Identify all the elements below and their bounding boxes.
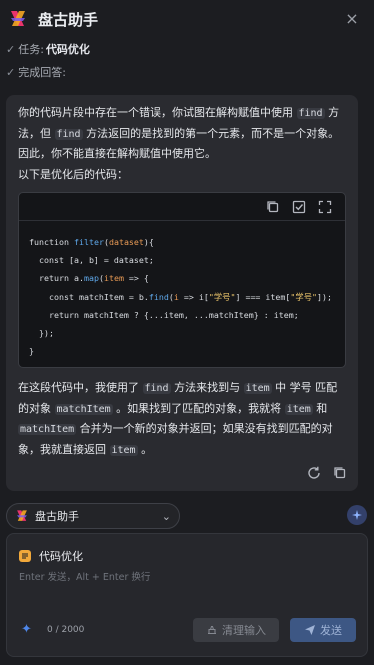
inline-code: matchItem	[54, 403, 113, 415]
code-line: return matchItem ? {...item, ...matchIte…	[29, 309, 299, 320]
inline-code: item	[243, 383, 272, 394]
inline-code: find	[296, 108, 325, 119]
answer-text: 。	[137, 442, 153, 456]
inline-code: find	[54, 128, 83, 140]
answer-text: 你的代码片段中存在一个错误，你试图在解构赋值中使用	[18, 106, 297, 119]
code-content: function filter(dataset){ const [a, b] =…	[19, 221, 345, 367]
answer-card: 你的代码片段中存在一个错误，你试图在解构赋值中使用 find 方法，但 find…	[6, 95, 358, 491]
input-panel: 代码优化 ✦ 0 / 2000 清理输入 发送	[6, 533, 368, 657]
clear-input-label: 清理输入	[222, 625, 266, 637]
check-icon: ✓	[6, 65, 16, 79]
status-label: 完成回答:	[18, 66, 66, 79]
ai-assistant-icon[interactable]	[347, 505, 367, 525]
topic-tag: 代码优化	[19, 548, 83, 564]
check-icon: ✓	[6, 42, 16, 56]
task-value: 代码优化	[45, 43, 90, 56]
inline-code: matchItem	[18, 424, 77, 435]
send-button[interactable]: 发送	[290, 618, 356, 642]
answer-text: 方法来找到与	[170, 381, 244, 394]
sparkle-plus-icon	[352, 510, 362, 520]
header: 盘古助手 ×	[0, 0, 374, 38]
code-block: function filter(dataset){ const [a, b] =…	[18, 192, 346, 368]
answer-outro: 在这段代码中，我使用了 find 方法来找到与 item 中 学号 匹配的对象 …	[18, 378, 348, 460]
fullscreen-icon[interactable]	[317, 199, 333, 215]
task-row: ✓ 任务: 代码优化	[6, 41, 90, 57]
copy-answer-icon[interactable]	[332, 465, 348, 481]
close-icon[interactable]: ×	[344, 11, 360, 27]
copy-icon[interactable]	[265, 199, 281, 215]
inline-code: item	[284, 403, 313, 415]
status-row: ✓ 完成回答:	[6, 64, 66, 80]
send-icon	[305, 625, 315, 635]
pangu-logo-icon	[17, 510, 27, 521]
answer-text: 和	[312, 401, 328, 415]
answer-intro: 你的代码片段中存在一个错误，你试图在解构赋值中使用 find 方法，但 find…	[18, 103, 348, 164]
code-toolbar	[19, 193, 345, 221]
assistant-selector-label: 盘古助手	[35, 510, 79, 523]
code-line: }	[29, 346, 34, 357]
sparkle-icon[interactable]: ✦	[21, 622, 32, 637]
answer-actions	[306, 465, 348, 481]
task-label: 任务:	[18, 43, 44, 56]
insert-icon[interactable]	[291, 199, 307, 215]
code-line: const [a, b] = dataset;	[29, 255, 154, 266]
eraser-icon	[208, 626, 216, 634]
inline-code: item	[109, 444, 138, 456]
answer-text: 。如果找到了匹配的对象，我就将	[112, 401, 285, 415]
prompt-input[interactable]	[19, 568, 349, 586]
topic-label: 代码优化	[39, 550, 83, 563]
code-line: function filter(dataset){	[29, 237, 154, 247]
clear-input-button[interactable]: 清理输入	[193, 618, 279, 642]
regenerate-icon[interactable]	[306, 465, 322, 481]
answer-subtitle: 以下是优化后的代码：	[18, 168, 128, 181]
code-line: });	[29, 328, 54, 339]
char-count: 0 / 2000	[47, 625, 85, 635]
code-line: return a.map(item => {	[29, 273, 149, 284]
send-label: 发送	[320, 625, 342, 637]
code-line: const matchItem = b.find(i => i["学号"] ==…	[29, 291, 332, 302]
answer-text: 在这段代码中，我使用了	[18, 381, 143, 394]
assistant-selector[interactable]: 盘古助手 ⌄	[6, 503, 180, 529]
inline-code: find	[142, 383, 171, 394]
pangu-logo-icon	[11, 11, 25, 26]
app-title: 盘古助手	[38, 10, 99, 29]
chevron-down-icon: ⌄	[161, 509, 171, 523]
topic-icon	[19, 550, 31, 562]
